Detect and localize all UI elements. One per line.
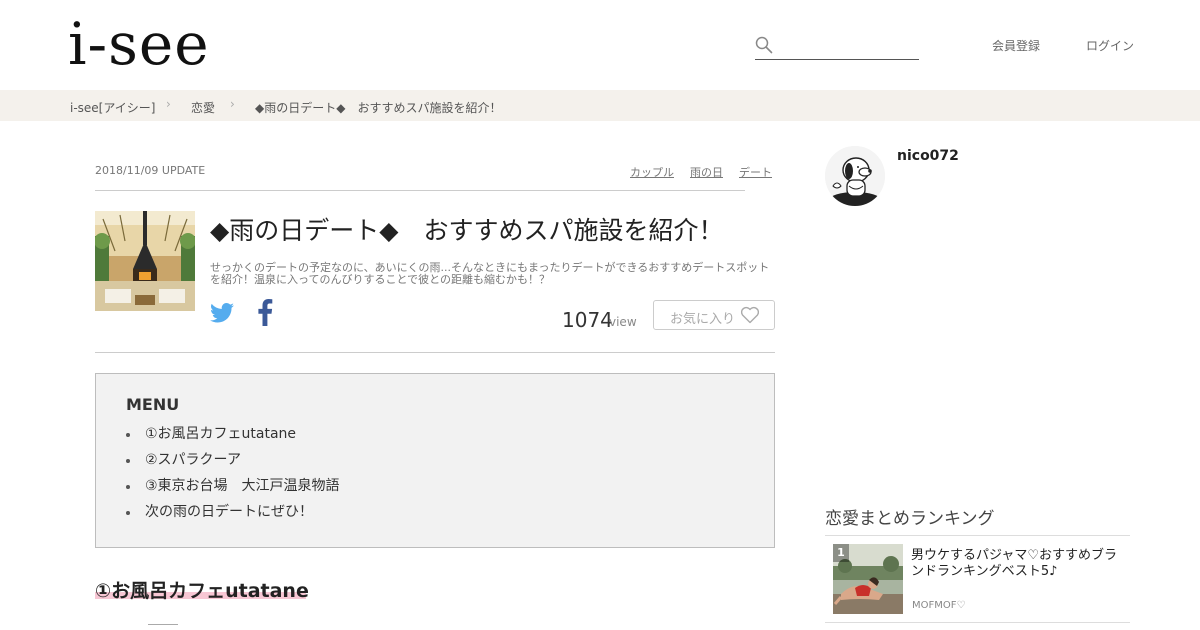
search-icon[interactable] bbox=[755, 36, 773, 54]
article-thumbnail bbox=[95, 211, 195, 311]
truncated-content bbox=[148, 624, 178, 630]
table-of-contents: MENU ①お風呂カフェutatane ②スパラクーア ③東京お台場 大江戸温泉… bbox=[95, 373, 775, 548]
site-header: i-see 会員登録 ログイン bbox=[0, 0, 1200, 90]
ranking-title: 恋愛まとめランキング bbox=[825, 509, 995, 529]
breadcrumb: i-see[アイシー] › 恋愛 › ◆雨の日デート◆ おすすめスパ施設を紹介！ bbox=[0, 90, 1200, 121]
divider bbox=[825, 535, 1130, 536]
facebook-icon[interactable] bbox=[257, 299, 273, 326]
favorite-button[interactable]: お気に入り bbox=[653, 300, 775, 330]
tag-link[interactable]: 雨の日 bbox=[690, 164, 723, 180]
author-name[interactable]: nico072 bbox=[897, 148, 959, 164]
article-title: ◆雨の日デート◆ おすすめスパ施設を紹介！ bbox=[210, 216, 724, 245]
tag-link[interactable]: カップル bbox=[630, 164, 674, 180]
breadcrumb-separator: › bbox=[166, 97, 171, 111]
ranking-item-author[interactable]: MOFMOF♡ bbox=[912, 600, 965, 611]
breadcrumb-home[interactable]: i-see[アイシー] bbox=[70, 99, 155, 116]
divider bbox=[95, 352, 775, 353]
toc-item[interactable]: 次の雨の日デートにぜひ！ bbox=[126, 502, 340, 528]
toc-item[interactable]: ①お風呂カフェutatane bbox=[126, 424, 340, 450]
tag-link[interactable]: デート bbox=[739, 164, 772, 180]
ranking-item-title[interactable]: 男ウケするパジャマ♡おすすめブランドランキングベスト5♪ bbox=[911, 548, 1126, 580]
toc-list: ①お風呂カフェutatane ②スパラクーア ③東京お台場 大江戸温泉物語 次の… bbox=[126, 424, 340, 528]
heart-icon bbox=[740, 306, 760, 324]
article-description: せっかくのデートの予定なのに、あいにくの雨...そんなときにもまったりデートがで… bbox=[210, 261, 770, 286]
divider bbox=[95, 190, 745, 191]
twitter-icon[interactable] bbox=[210, 302, 234, 324]
author-avatar[interactable] bbox=[825, 146, 885, 206]
section-heading: ①お風呂カフェutatane bbox=[95, 580, 309, 602]
site-logo[interactable]: i-see bbox=[68, 12, 210, 76]
ranking-number-badge: 1 bbox=[833, 544, 849, 562]
toc-item[interactable]: ②スパラクーア bbox=[126, 450, 340, 476]
login-link[interactable]: ログイン bbox=[1086, 37, 1134, 54]
toc-item[interactable]: ③東京お台場 大江戸温泉物語 bbox=[126, 476, 340, 502]
search-bar bbox=[755, 34, 919, 60]
divider bbox=[825, 622, 1130, 623]
breadcrumb-current: ◆雨の日デート◆ おすすめスパ施設を紹介！ bbox=[255, 101, 502, 115]
view-count: 1074 bbox=[562, 308, 613, 332]
favorite-label: お気に入り bbox=[670, 312, 736, 327]
breadcrumb-separator: › bbox=[230, 97, 235, 111]
toc-title: MENU bbox=[126, 395, 180, 414]
register-link[interactable]: 会員登録 bbox=[992, 37, 1040, 54]
article-date: 2018/11/09 UPDATE bbox=[95, 164, 206, 177]
search-input[interactable] bbox=[779, 36, 917, 56]
breadcrumb-category[interactable]: 恋愛 bbox=[191, 99, 215, 116]
view-count-unit: view bbox=[609, 315, 637, 329]
